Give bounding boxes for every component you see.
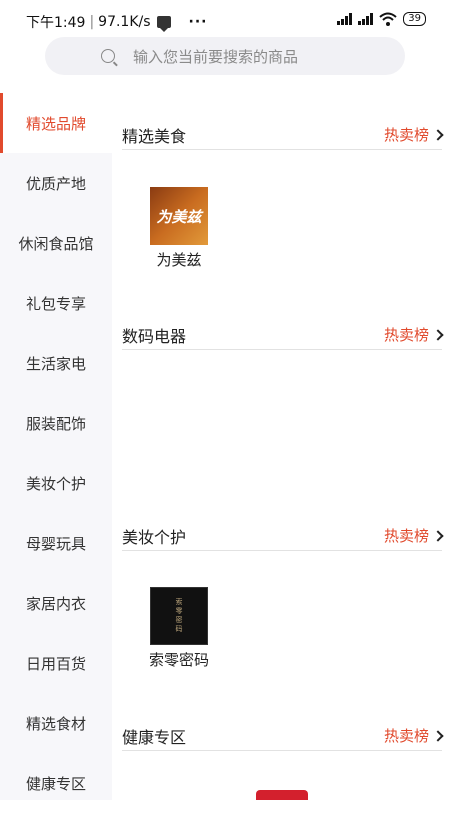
category-sidebar: 精选品牌 优质产地 休闲食品馆 礼包专享 生活家电 服装配饰 美妆个护 母婴玩具… xyxy=(0,93,112,800)
section-title: 数码电器 xyxy=(122,326,187,346)
section-health: 健康专区 热卖榜 xyxy=(122,721,444,751)
hot-list-link[interactable]: 热卖榜 xyxy=(383,324,444,345)
brand-logo: 索零密码 xyxy=(150,587,208,645)
brand-logo: 为美兹 xyxy=(150,187,208,245)
signal-hd-icon-2 xyxy=(358,13,374,25)
section-beauty: 美妆个护 热卖榜 xyxy=(122,521,444,551)
message-icon xyxy=(156,16,171,32)
section-header: 数码电器 热卖榜 xyxy=(122,320,444,350)
hot-list-label: 热卖榜 xyxy=(383,727,429,745)
section-header: 精选美食 热卖榜 xyxy=(122,120,444,150)
hot-list-link[interactable]: 热卖榜 xyxy=(383,525,444,546)
sidebar-item-health[interactable]: 健康专区 xyxy=(0,753,112,813)
status-separator: | xyxy=(89,14,95,30)
chevron-right-icon xyxy=(432,328,444,341)
sidebar-item-appliances[interactable]: 生活家电 xyxy=(0,333,112,393)
section-title: 健康专区 xyxy=(122,727,187,747)
brand-name: 为美兹 xyxy=(156,251,202,269)
sidebar-item-apparel[interactable]: 服装配饰 xyxy=(0,393,112,453)
more-notifications-icon: ··· xyxy=(188,14,208,30)
hot-list-label: 热卖榜 xyxy=(383,126,429,144)
sidebar-item-snack-hall[interactable]: 休闲食品馆 xyxy=(0,213,112,273)
sidebar-item-featured-brands[interactable]: 精选品牌 xyxy=(0,93,112,153)
network-speed: 97.1K/s xyxy=(98,14,151,30)
section-title: 美妆个护 xyxy=(122,527,187,547)
section-digital: 数码电器 热卖榜 xyxy=(122,320,444,350)
status-left: 下午1:49 | 97.1K/s ··· xyxy=(26,12,208,32)
search-input[interactable]: 输入您当前要搜索的商品 xyxy=(45,37,405,75)
chevron-right-icon xyxy=(432,729,444,742)
brand-name: 索零密码 xyxy=(148,651,209,669)
sidebar-item-beauty[interactable]: 美妆个护 xyxy=(0,453,112,513)
hot-list-link[interactable]: 热卖榜 xyxy=(383,124,444,145)
chevron-right-icon xyxy=(432,529,444,542)
status-time: 下午1:49 xyxy=(26,15,86,31)
sidebar-item-home-underwear[interactable]: 家居内衣 xyxy=(0,573,112,633)
sidebar-item-quality-origin[interactable]: 优质产地 xyxy=(0,153,112,213)
section-title: 精选美食 xyxy=(122,126,187,146)
status-bar: 下午1:49 | 97.1K/s ··· 39 xyxy=(0,0,450,40)
search-placeholder: 输入您当前要搜索的商品 xyxy=(133,47,299,66)
brand-item[interactable]: 索零密码 索零密码 xyxy=(139,587,219,670)
wifi-icon xyxy=(379,12,397,26)
sidebar-item-gift-packs[interactable]: 礼包专享 xyxy=(0,273,112,333)
hot-list-label: 热卖榜 xyxy=(383,326,429,344)
brand-logo-partial[interactable] xyxy=(256,790,308,800)
brand-logo-partial[interactable] xyxy=(150,790,210,800)
hot-list-link[interactable]: 热卖榜 xyxy=(383,725,444,746)
section-header: 健康专区 热卖榜 xyxy=(122,721,444,751)
chevron-right-icon xyxy=(432,128,444,141)
brand-item[interactable]: 为美兹 为美兹 xyxy=(139,187,219,270)
signal-hd-icon-1 xyxy=(337,13,353,25)
battery-icon: 39 xyxy=(403,12,426,26)
hot-list-label: 热卖榜 xyxy=(383,527,429,545)
status-right: 39 xyxy=(337,12,426,26)
sidebar-item-baby-toys[interactable]: 母婴玩具 xyxy=(0,513,112,573)
section-header: 美妆个护 热卖榜 xyxy=(122,521,444,551)
sidebar-item-food-ingredients[interactable]: 精选食材 xyxy=(0,693,112,753)
section-food: 精选美食 热卖榜 xyxy=(122,120,444,150)
sidebar-item-daily-goods[interactable]: 日用百货 xyxy=(0,633,112,693)
brand-list-panel: 精选美食 热卖榜 为美兹 为美兹 数码电器 热卖榜 美妆个护 热卖榜 索零密码 … xyxy=(112,93,450,800)
search-icon xyxy=(101,49,115,63)
